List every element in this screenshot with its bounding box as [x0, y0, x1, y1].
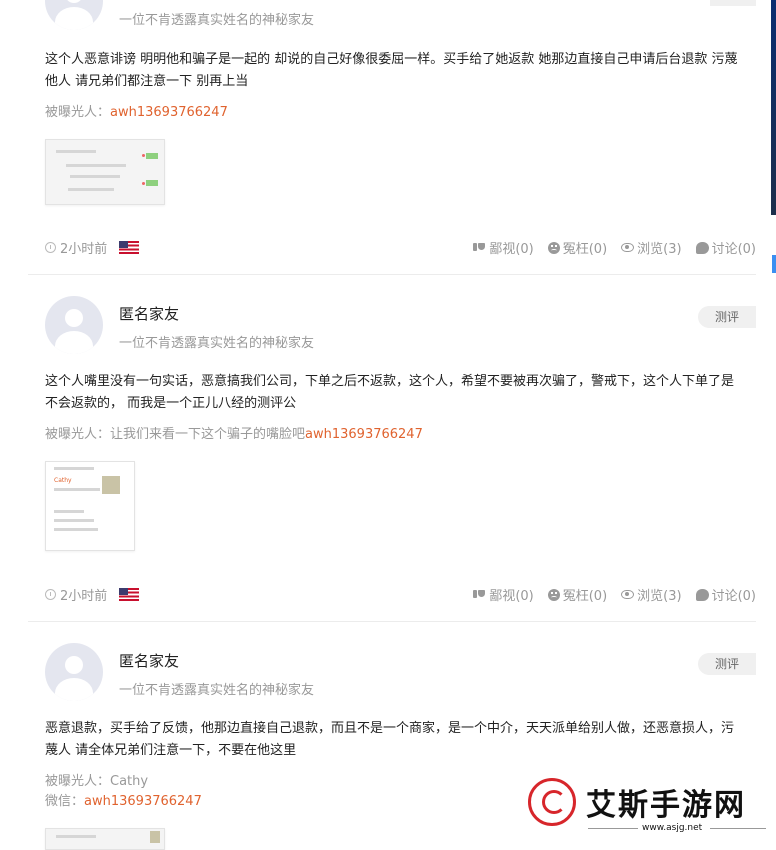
us-flag-icon — [119, 588, 140, 601]
watermark-title: 艾斯手游网 — [586, 788, 746, 823]
views-count: 浏览(3) — [621, 238, 682, 257]
eye-icon — [621, 243, 635, 252]
evidence-screenshot[interactable] — [45, 828, 165, 850]
post-card: 匿名家友 一位不肯透露真实姓名的神秘家友 测评 这个人嘴里没有一句实话，恶意搞我… — [28, 275, 756, 621]
evidence-screenshot[interactable] — [45, 139, 165, 205]
exposed-link[interactable]: awh13693766247 — [305, 427, 423, 442]
exposed-link[interactable]: awh13693766247 — [84, 794, 202, 809]
clock-icon — [45, 589, 56, 600]
sad-face-icon — [547, 241, 560, 254]
wronged-button[interactable]: 冤枉(0) — [547, 238, 607, 257]
sad-face-icon — [547, 588, 560, 601]
wronged-button[interactable]: 冤枉(0) — [547, 585, 607, 604]
author-subtitle: 一位不肯透露真实姓名的神秘家友 — [119, 683, 315, 698]
post-content: 这个人恶意诽谤 明明他和骗子是一起的 却说的自己好像很委屈一样。买手给了她返款 … — [45, 52, 738, 89]
avatar — [45, 643, 103, 701]
site-watermark: 艾斯手游网 www.asjg.net — [528, 772, 776, 841]
comments-button[interactable]: 讨论(0) — [695, 584, 756, 604]
comments-button[interactable]: 讨论(0) — [695, 237, 756, 257]
views-count: 浏览(3) — [621, 585, 682, 604]
sidebar-edge-accent — [772, 255, 776, 273]
exposed-person: 被曝光人：Cathy — [45, 774, 149, 789]
watermark-url: www.asjg.net — [642, 823, 703, 833]
site-logo-icon — [528, 778, 576, 826]
chat-bubble-icon — [695, 237, 709, 254]
evidence-screenshot[interactable]: Cathy — [45, 461, 135, 551]
category-tag[interactable]: 测评 — [698, 653, 756, 675]
author-name: 匿名家友 — [119, 305, 180, 323]
post-time: 2小时前 — [60, 589, 108, 604]
post-meta: 2小时前 鄙视(0) 冤枉(0) 浏览(3) 讨论(0) — [45, 584, 756, 604]
post-content: 恶意退款，买手给了反馈，他那边直接自己退款，而且不是一个商家，是一个中介，天天派… — [45, 721, 735, 758]
report-button[interactable]: 鄙视(0) — [473, 238, 534, 257]
exposed-person: 被曝光人：awh13693766247 — [45, 105, 228, 120]
avatar — [45, 296, 103, 354]
clock-icon — [45, 242, 56, 253]
post-time: 2小时前 — [60, 242, 108, 257]
avatar — [45, 0, 103, 30]
exposed-wechat: 微信：awh13693766247 — [45, 794, 202, 809]
thumbs-down-icon — [473, 589, 486, 601]
thumbs-down-icon — [473, 242, 486, 254]
us-flag-icon — [119, 241, 140, 254]
post-card: 一位不肯透露真实姓名的神秘家友 这个人恶意诽谤 明明他和骗子是一起的 却说的自己… — [28, 0, 756, 274]
eye-icon — [621, 590, 635, 599]
exposed-person: 被曝光人：让我们来看一下这个骗子的嘴脸吧awh13693766247 — [45, 427, 423, 442]
chat-bubble-icon — [695, 584, 709, 601]
exposed-link[interactable]: awh13693766247 — [110, 105, 228, 120]
author-name: 匿名家友 — [119, 652, 180, 670]
author-subtitle: 一位不肯透露真实姓名的神秘家友 — [119, 13, 315, 28]
report-button[interactable]: 鄙视(0) — [473, 585, 534, 604]
category-tag[interactable]: 测评 — [698, 306, 756, 328]
author-subtitle: 一位不肯透露真实姓名的神秘家友 — [119, 336, 315, 351]
post-meta: 2小时前 鄙视(0) 冤枉(0) 浏览(3) 讨论(0) — [45, 237, 756, 257]
sidebar-edge — [771, 0, 776, 215]
post-content: 这个人嘴里没有一句实话，恶意搞我们公司，下单之后不返款，这个人，希望不要被再次骗… — [45, 374, 735, 411]
